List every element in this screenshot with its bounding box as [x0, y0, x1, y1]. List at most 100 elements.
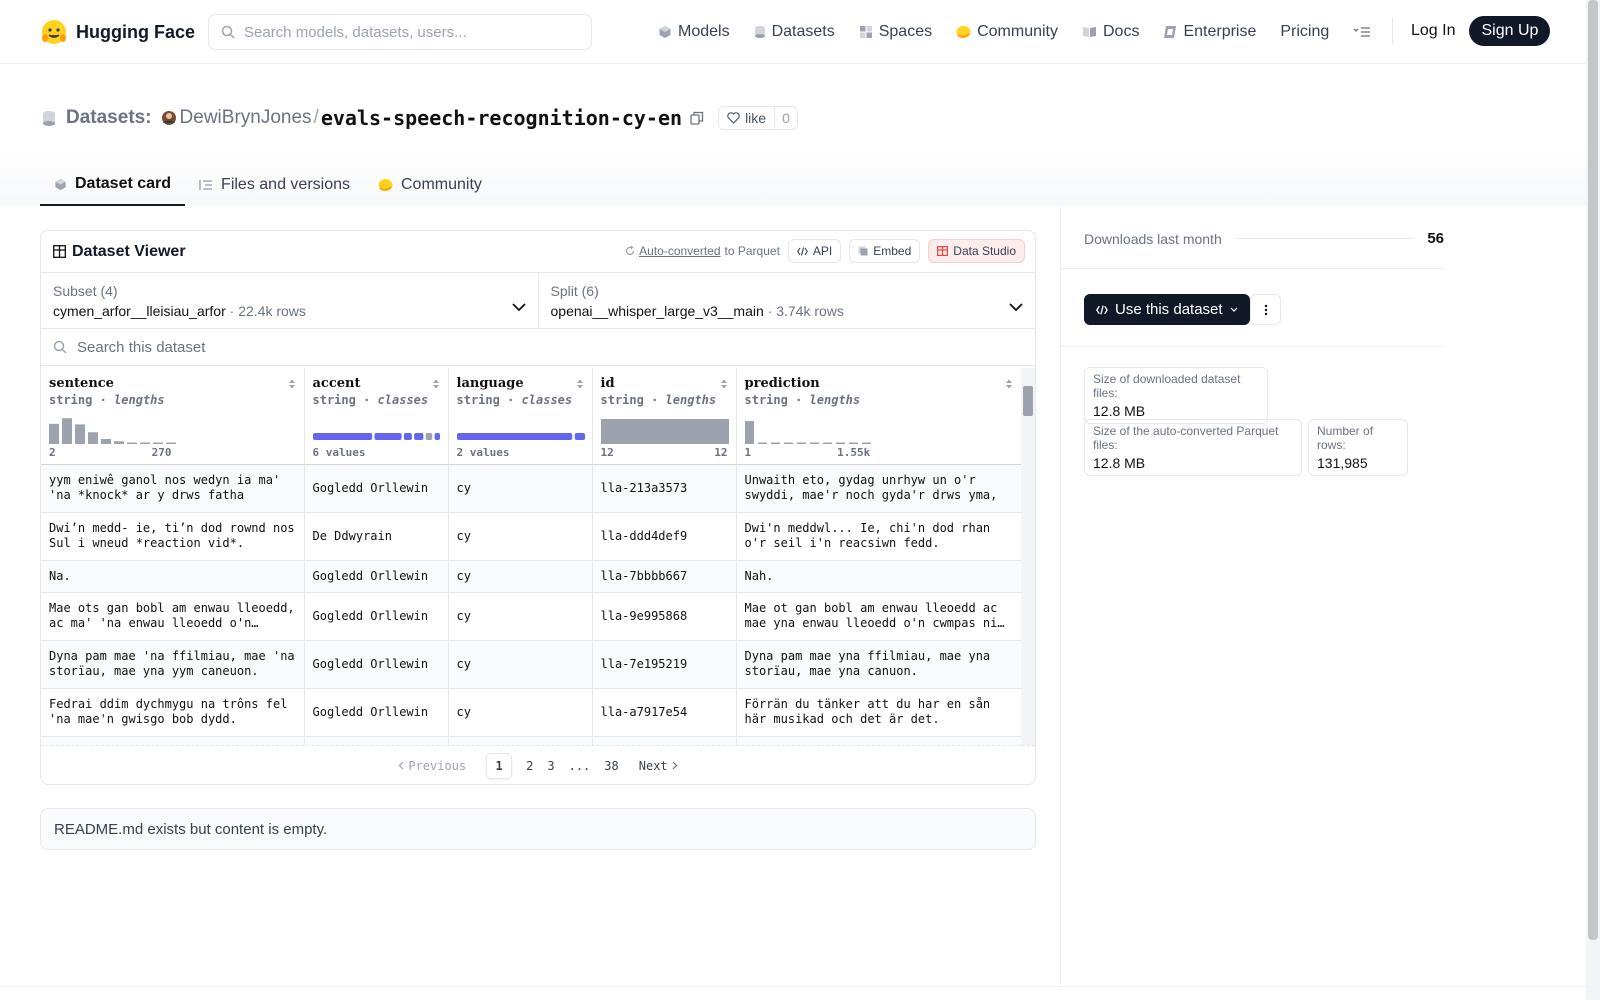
- sort-icon[interactable]: [432, 378, 440, 390]
- histogram-bar[interactable]: [796, 442, 806, 445]
- histogram-bar[interactable]: [153, 442, 163, 445]
- table-cell-sentence[interactable]: Fedrai ddim dychmygu na trôns fel 'na ma…: [41, 688, 305, 737]
- page-button-2[interactable]: 2: [526, 759, 533, 773]
- table-cell-id[interactable]: [592, 736, 737, 745]
- dataset-search-input[interactable]: [77, 338, 677, 356]
- table-cell-prediction[interactable]: [736, 736, 1021, 745]
- table-cell-language[interactable]: cy: [448, 640, 593, 689]
- nav-docs[interactable]: Docs: [1082, 23, 1139, 41]
- next-page-button[interactable]: Next: [639, 759, 678, 773]
- page-button-3[interactable]: 3: [547, 759, 554, 773]
- nav-enterprise[interactable]: Enterprise: [1163, 23, 1256, 41]
- table-cell-sentence[interactable]: Mae ots gan bobl am enwau lleoedd, ac ma…: [41, 592, 305, 641]
- page-button-1[interactable]: 1: [486, 752, 513, 779]
- copy-icon[interactable]: [690, 111, 704, 125]
- class-bar[interactable]: [312, 433, 372, 440]
- table-row[interactable]: Fedrai ddim dychmygu na trôns fel 'na ma…: [41, 688, 1021, 737]
- table-row[interactable]: Dwi’n medd- ie, ti’n dod rownd nos Sul i…: [41, 512, 1021, 561]
- login-link[interactable]: Log In: [1411, 22, 1455, 40]
- column-header-language[interactable]: language string · classes 2 values: [448, 368, 593, 465]
- histogram-bar[interactable]: [88, 432, 98, 444]
- class-bar[interactable]: [574, 433, 585, 440]
- table-row[interactable]: Na. Gogledd Orllewin cy lla-7bbbb667 Nah.: [41, 560, 1021, 593]
- table-row[interactable]: Dyna pam mae 'na ffilmiau, mae 'na storï…: [41, 640, 1021, 689]
- table-cell-sentence[interactable]: Dwi’n medd- ie, ti’n dod rownd nos Sul i…: [41, 512, 305, 561]
- global-search-input[interactable]: [244, 23, 564, 41]
- table-cell-id[interactable]: lla-7e195219: [592, 640, 737, 689]
- histogram-bar[interactable]: [809, 442, 819, 445]
- table-cell-id[interactable]: lla-9e995868: [592, 592, 737, 641]
- sort-icon[interactable]: [576, 378, 584, 390]
- tab-community[interactable]: Community: [364, 164, 496, 206]
- table-cell-accent[interactable]: Gogledd Orllewin: [304, 560, 449, 593]
- table-cell-prediction[interactable]: Unwaith eto, gydag unrhyw un o'r swyddi,…: [736, 464, 1021, 513]
- api-button[interactable]: API: [787, 239, 842, 263]
- nav-models[interactable]: Models: [658, 23, 730, 41]
- column-histogram[interactable]: [312, 416, 440, 444]
- table-cell-id[interactable]: lla-a7917e54: [592, 688, 737, 737]
- more-options-button[interactable]: [1250, 294, 1281, 325]
- table-cell-language[interactable]: cy: [448, 464, 593, 513]
- column-histogram[interactable]: [744, 416, 1013, 445]
- table-cell-id[interactable]: lla-213a3573: [592, 464, 737, 513]
- owner-link[interactable]: DewiBrynJones: [180, 107, 312, 129]
- class-bar[interactable]: [456, 433, 572, 440]
- brand-logo[interactable]: Hugging Face: [40, 16, 195, 48]
- table-cell-accent[interactable]: Gogledd Orllewin: [304, 592, 449, 641]
- table-cell-prediction[interactable]: Förrän du tänker att du har en sån här m…: [736, 688, 1021, 737]
- dataset-search[interactable]: [41, 329, 1035, 366]
- class-bar[interactable]: [413, 433, 423, 440]
- table-scrollbar[interactable]: [1021, 368, 1035, 745]
- scrollbar-thumb[interactable]: [1023, 386, 1033, 416]
- global-search[interactable]: [208, 14, 592, 50]
- histogram-bar[interactable]: [783, 442, 793, 445]
- table-cell-language[interactable]: [448, 736, 593, 745]
- table-row[interactable]: yym eniwê ganol nos wedyn ia ma' 'na *kn…: [41, 464, 1021, 513]
- page-scrollbar[interactable]: [1586, 0, 1600, 1000]
- table-cell-prediction[interactable]: Mae ot gan bobl am enwau lleoedd ac mae …: [736, 592, 1021, 641]
- nav-more-menu[interactable]: [1353, 26, 1371, 38]
- histogram-bar[interactable]: [114, 441, 124, 444]
- column-histogram[interactable]: [49, 416, 296, 444]
- table-cell-sentence[interactable]: [41, 736, 305, 745]
- histogram-bar[interactable]: [140, 442, 150, 445]
- class-bar[interactable]: [403, 433, 412, 440]
- table-cell-accent[interactable]: De Ddwyrain: [304, 512, 449, 561]
- histogram-bar[interactable]: [101, 438, 111, 444]
- histogram-bar[interactable]: [127, 442, 137, 445]
- subset-select[interactable]: Subset (4) cymen_arfor__lleisiau_arfor ·…: [41, 273, 539, 328]
- histogram-bar[interactable]: [757, 442, 767, 445]
- histogram-bar[interactable]: [848, 442, 858, 445]
- histogram-bar[interactable]: [49, 423, 59, 444]
- histogram-bar[interactable]: [770, 442, 780, 445]
- split-select[interactable]: Split (6) openai__whisper_large_v3__main…: [539, 273, 1036, 328]
- sort-icon[interactable]: [288, 378, 296, 390]
- table-cell-language[interactable]: cy: [448, 688, 593, 737]
- table-cell-sentence[interactable]: yym eniwê ganol nos wedyn ia ma' 'na *kn…: [41, 464, 305, 513]
- nav-spaces[interactable]: Spaces: [859, 23, 932, 41]
- embed-button[interactable]: Embed: [849, 239, 921, 263]
- previous-page-button[interactable]: Previous: [398, 759, 466, 773]
- class-bar[interactable]: [373, 433, 402, 440]
- column-header-id[interactable]: id string · lengths 12 12: [592, 368, 737, 465]
- page-button-38[interactable]: 38: [604, 759, 618, 773]
- histogram-bar[interactable]: [822, 442, 832, 445]
- column-histogram[interactable]: [600, 416, 729, 444]
- table-cell-prediction[interactable]: Nah.: [736, 560, 1021, 593]
- histogram-bar[interactable]: [600, 419, 729, 444]
- table-cell-sentence[interactable]: Na.: [41, 560, 305, 593]
- histogram-bar[interactable]: [744, 421, 754, 444]
- use-this-dataset-button[interactable]: Use this dataset: [1084, 294, 1250, 325]
- table-row[interactable]: [41, 736, 1021, 745]
- like-button[interactable]: like 0: [718, 106, 798, 130]
- column-header-accent[interactable]: accent string · classes 6 values: [304, 368, 449, 465]
- table-cell-prediction[interactable]: Dwi'n meddwl... Ie, chi'n dod rhan o'r s…: [736, 512, 1021, 561]
- table-cell-accent[interactable]: Gogledd Orllewin: [304, 464, 449, 513]
- auto-converted-link[interactable]: Auto-converted: [639, 244, 720, 258]
- column-header-prediction[interactable]: prediction string · lengths 1 1.55k: [736, 368, 1021, 465]
- table-cell-accent[interactable]: Gogledd Orllewin: [304, 688, 449, 737]
- table-cell-sentence[interactable]: Dyna pam mae 'na ffilmiau, mae 'na storï…: [41, 640, 305, 689]
- nav-pricing[interactable]: Pricing: [1280, 23, 1329, 41]
- tab-files-and-versions[interactable]: Files and versions: [185, 164, 364, 206]
- nav-datasets[interactable]: Datasets: [754, 23, 835, 41]
